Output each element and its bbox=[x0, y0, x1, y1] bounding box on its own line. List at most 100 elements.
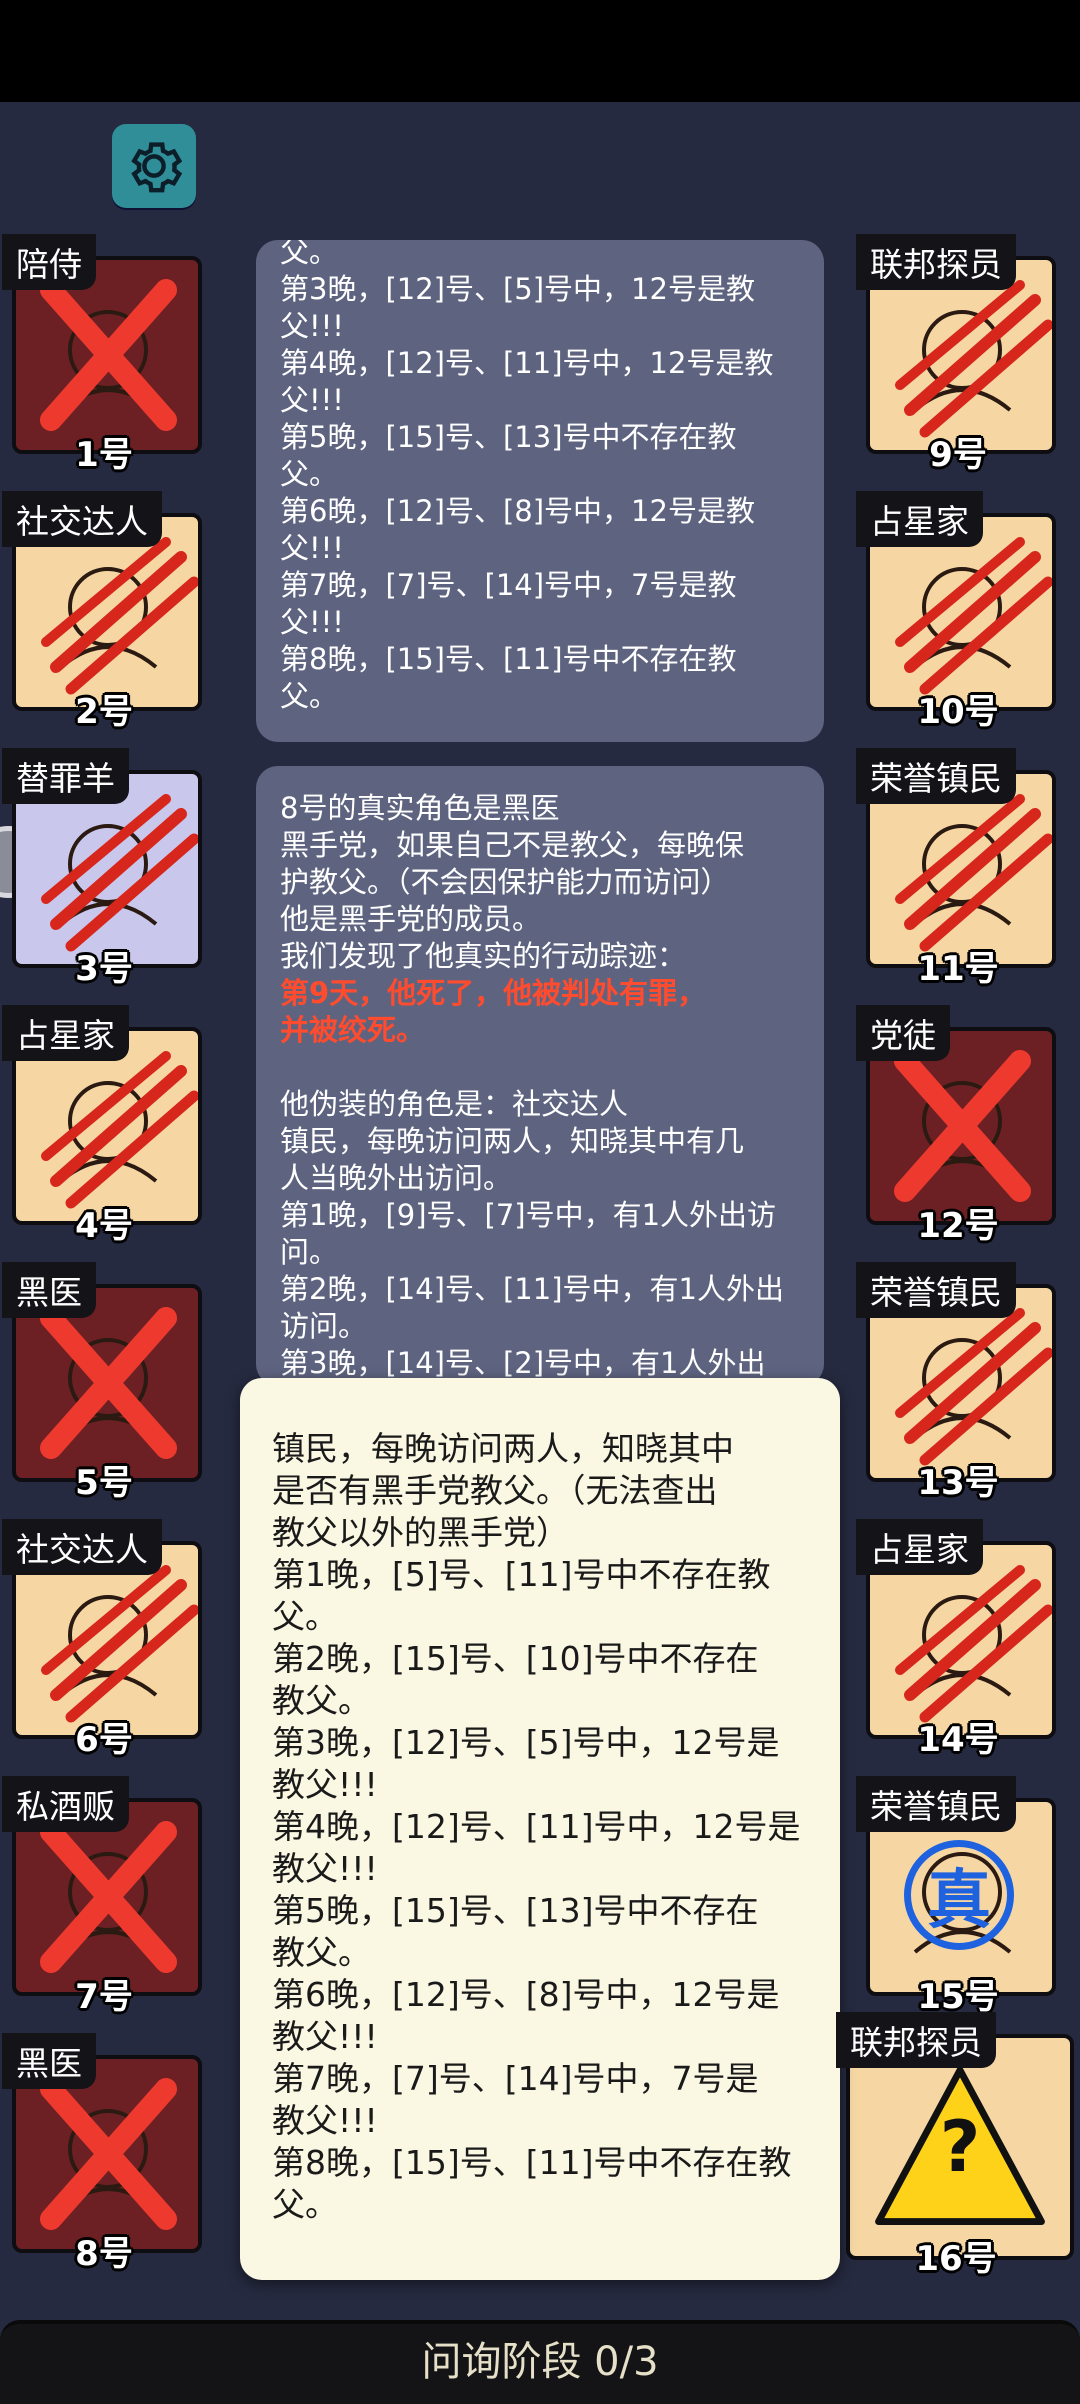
log-line: 父。 bbox=[280, 679, 339, 713]
log-line: 镇民，每晚访问两人，知晓其中 bbox=[272, 1429, 734, 1468]
log-line: 第3晚，[12]号、[5]号中，12号是教 bbox=[280, 272, 755, 306]
death-line: 第9天，他死了，他被判处有罪， bbox=[280, 976, 707, 1010]
claw-marks-icon bbox=[895, 1565, 1052, 1723]
player-number: 11号 bbox=[917, 949, 999, 989]
role-label: 联邦探员 bbox=[856, 234, 1016, 290]
log-line: 第7晚，[7]号、[14]号中，7号是 bbox=[272, 2059, 759, 2098]
player-card-4号[interactable]: 占星家 4号 bbox=[2, 1005, 206, 1246]
player-card-12号[interactable]: 党徒 12号 bbox=[856, 1005, 1060, 1246]
role-label: 社交达人 bbox=[2, 1519, 162, 1575]
player-number: 4号 bbox=[75, 1206, 133, 1246]
player-number: 15号 bbox=[917, 1977, 999, 2017]
log-line: 第3晚，[12]号、[5]号中，12号是 bbox=[272, 1723, 780, 1762]
cross-mark-icon bbox=[40, 1307, 177, 1459]
log-line: 父!!! bbox=[280, 309, 344, 343]
night-line: 第3晚，[14]号、[2]号中，有1人外出 bbox=[280, 1346, 766, 1380]
role-desc-line: 护教父。（不会因保护能力而访问） bbox=[280, 865, 730, 899]
phase-label: 问询阶段 0/3 bbox=[421, 2339, 659, 2385]
player-number: 14号 bbox=[917, 1720, 999, 1760]
log-panel-1-text: 父。 第3晚，[12]号、[5]号中，12号是教 父!!! 第4晚，[12]号、[11… bbox=[280, 240, 804, 715]
cross-mark-icon bbox=[40, 1821, 177, 1973]
settings-gear-button[interactable] bbox=[112, 124, 196, 208]
log-line: 父。 bbox=[272, 1597, 338, 1636]
player-card-13号[interactable]: 荣誉镇民 13号 bbox=[856, 1262, 1060, 1503]
player-card-6号[interactable]: 社交达人 6号 bbox=[2, 1519, 206, 1760]
log-line: 第8晚，[15]号、[11]号中不存在教 bbox=[272, 2143, 792, 2182]
disguise-desc-line: 人当晚外出访问。 bbox=[280, 1161, 513, 1195]
player-card-10号[interactable]: 占星家 10号 bbox=[856, 491, 1060, 732]
role-info-popup[interactable]: 镇民，每晚访问两人，知晓其中 是否有黑手党教父。（无法查出 教父以外的黑手党） 第1晚… bbox=[240, 1378, 840, 2280]
player-number: 8号 bbox=[75, 2234, 133, 2274]
role-label: 荣誉镇民 bbox=[856, 1262, 1016, 1318]
claw-marks-icon bbox=[41, 1565, 198, 1723]
cross-mark-icon bbox=[40, 2078, 177, 2230]
player-card-5号[interactable]: 黑医 5号 bbox=[2, 1262, 206, 1503]
log-line: 教父!!! bbox=[272, 2017, 378, 2056]
role-label: 私酒贩 bbox=[2, 1776, 129, 1832]
gear-icon bbox=[131, 142, 183, 193]
log-line: 父。 bbox=[272, 2185, 338, 2224]
log-line: 第4晚，[12]号、[11]号中，12号是教 bbox=[280, 346, 774, 380]
claw-marks-icon bbox=[895, 794, 1052, 952]
player-number: 16号 bbox=[915, 2239, 997, 2279]
log-line: 父!!! bbox=[280, 605, 344, 639]
role-label: 社交达人 bbox=[2, 491, 162, 547]
log-line: 第6晚，[12]号、[8]号中，12号是教 bbox=[280, 494, 755, 528]
log-line: 教父!!! bbox=[272, 1849, 378, 1888]
verified-stamp-icon: 真 bbox=[904, 1840, 1014, 1950]
popup-text: 镇民，每晚访问两人，知晓其中 是否有黑手党教父。（无法查出 教父以外的黑手党） 第1晚… bbox=[272, 1428, 820, 2226]
player-card-9号[interactable]: 联邦探员 9号 bbox=[856, 234, 1060, 475]
log-line: 父。 bbox=[280, 457, 339, 491]
player-number: 6号 bbox=[75, 1720, 133, 1760]
log-line: 父!!! bbox=[280, 383, 344, 417]
player-card-7号[interactable]: 私酒贩 7号 bbox=[2, 1776, 206, 2017]
log-line: 教父以外的黑手党） bbox=[272, 1513, 569, 1552]
unknown-mark: ? bbox=[939, 2106, 981, 2188]
player-card-3号[interactable]: 替罪羊 3号 bbox=[2, 748, 206, 989]
player-number: 13号 bbox=[917, 1463, 999, 1503]
player-number: 2号 bbox=[75, 692, 133, 732]
night-line: 问。 bbox=[280, 1235, 339, 1269]
log-line: 第2晚，[15]号、[10]号中不存在 bbox=[272, 1639, 759, 1678]
player-number: 12号 bbox=[917, 1206, 999, 1246]
role-label: 黑医 bbox=[2, 2033, 96, 2089]
phase-bar: 问询阶段 0/3 bbox=[0, 2320, 1080, 2404]
player-number: 3号 bbox=[75, 949, 133, 989]
log-line: 父!!! bbox=[280, 531, 344, 565]
log-line: 第8晚，[15]号、[11]号中不存在教 bbox=[280, 642, 737, 676]
role-label: 党徒 bbox=[856, 1005, 950, 1061]
player-card-8号[interactable]: 黑医 8号 bbox=[2, 2033, 206, 2274]
night-line: 第2晚，[14]号、[11]号中，有1人外出 bbox=[280, 1272, 784, 1306]
player-card-15号[interactable]: 真 荣誉镇民 15号 bbox=[856, 1776, 1060, 2017]
player-card-2号[interactable]: 社交达人 2号 bbox=[2, 491, 206, 732]
log-panel-2: 8号的真实角色是黑医 黑手党，如果自己不是教父，每晚保 护教父。（不会因保护能力… bbox=[256, 766, 824, 1386]
true-role-line: 8号的真实角色是黑医 bbox=[280, 791, 560, 825]
night-line: 访问。 bbox=[280, 1309, 368, 1343]
disguise-desc-line: 镇民，每晚访问两人，知晓其中有几 bbox=[280, 1124, 745, 1158]
log-line: 教父!!! bbox=[272, 2101, 378, 2140]
role-label: 陪侍 bbox=[2, 234, 96, 290]
log-line: 第6晚，[12]号、[8]号中，12号是 bbox=[272, 1975, 780, 2014]
role-label: 占星家 bbox=[856, 1519, 983, 1575]
night-line: 第1晚，[9]号、[7]号中，有1人外出访 bbox=[280, 1198, 777, 1232]
log-line: 教父。 bbox=[272, 1681, 371, 1720]
cross-mark-icon bbox=[894, 1050, 1031, 1202]
log-line: 父。 bbox=[280, 240, 339, 269]
player-card-14号[interactable]: 占星家 14号 bbox=[856, 1519, 1060, 1760]
log-line: 第1晚，[5]号、[11]号中不存在教 bbox=[272, 1555, 771, 1594]
player-card-1号[interactable]: 陪侍 1号 bbox=[2, 234, 206, 475]
log-line: 第5晚，[15]号、[13]号中不存在 bbox=[272, 1891, 759, 1930]
log-line: 第7晚，[7]号、[14]号中，7号是教 bbox=[280, 568, 737, 602]
role-label: 占星家 bbox=[2, 1005, 129, 1061]
claw-marks-icon bbox=[41, 537, 198, 695]
death-line: 并被绞死。 bbox=[280, 1013, 426, 1047]
role-label: 黑医 bbox=[2, 1262, 96, 1318]
player-card-11号[interactable]: 荣誉镇民 11号 bbox=[856, 748, 1060, 989]
claw-marks-icon bbox=[41, 1051, 198, 1209]
player-card-16号[interactable]: ? 联邦探员 16号 bbox=[836, 2012, 1076, 2279]
role-label: 替罪羊 bbox=[2, 748, 129, 804]
claw-marks-icon bbox=[895, 537, 1052, 695]
status-bar bbox=[0, 0, 1080, 102]
log-line: 是否有黑手党教父。（无法查出 bbox=[272, 1471, 718, 1510]
player-number: 9号 bbox=[929, 435, 987, 475]
